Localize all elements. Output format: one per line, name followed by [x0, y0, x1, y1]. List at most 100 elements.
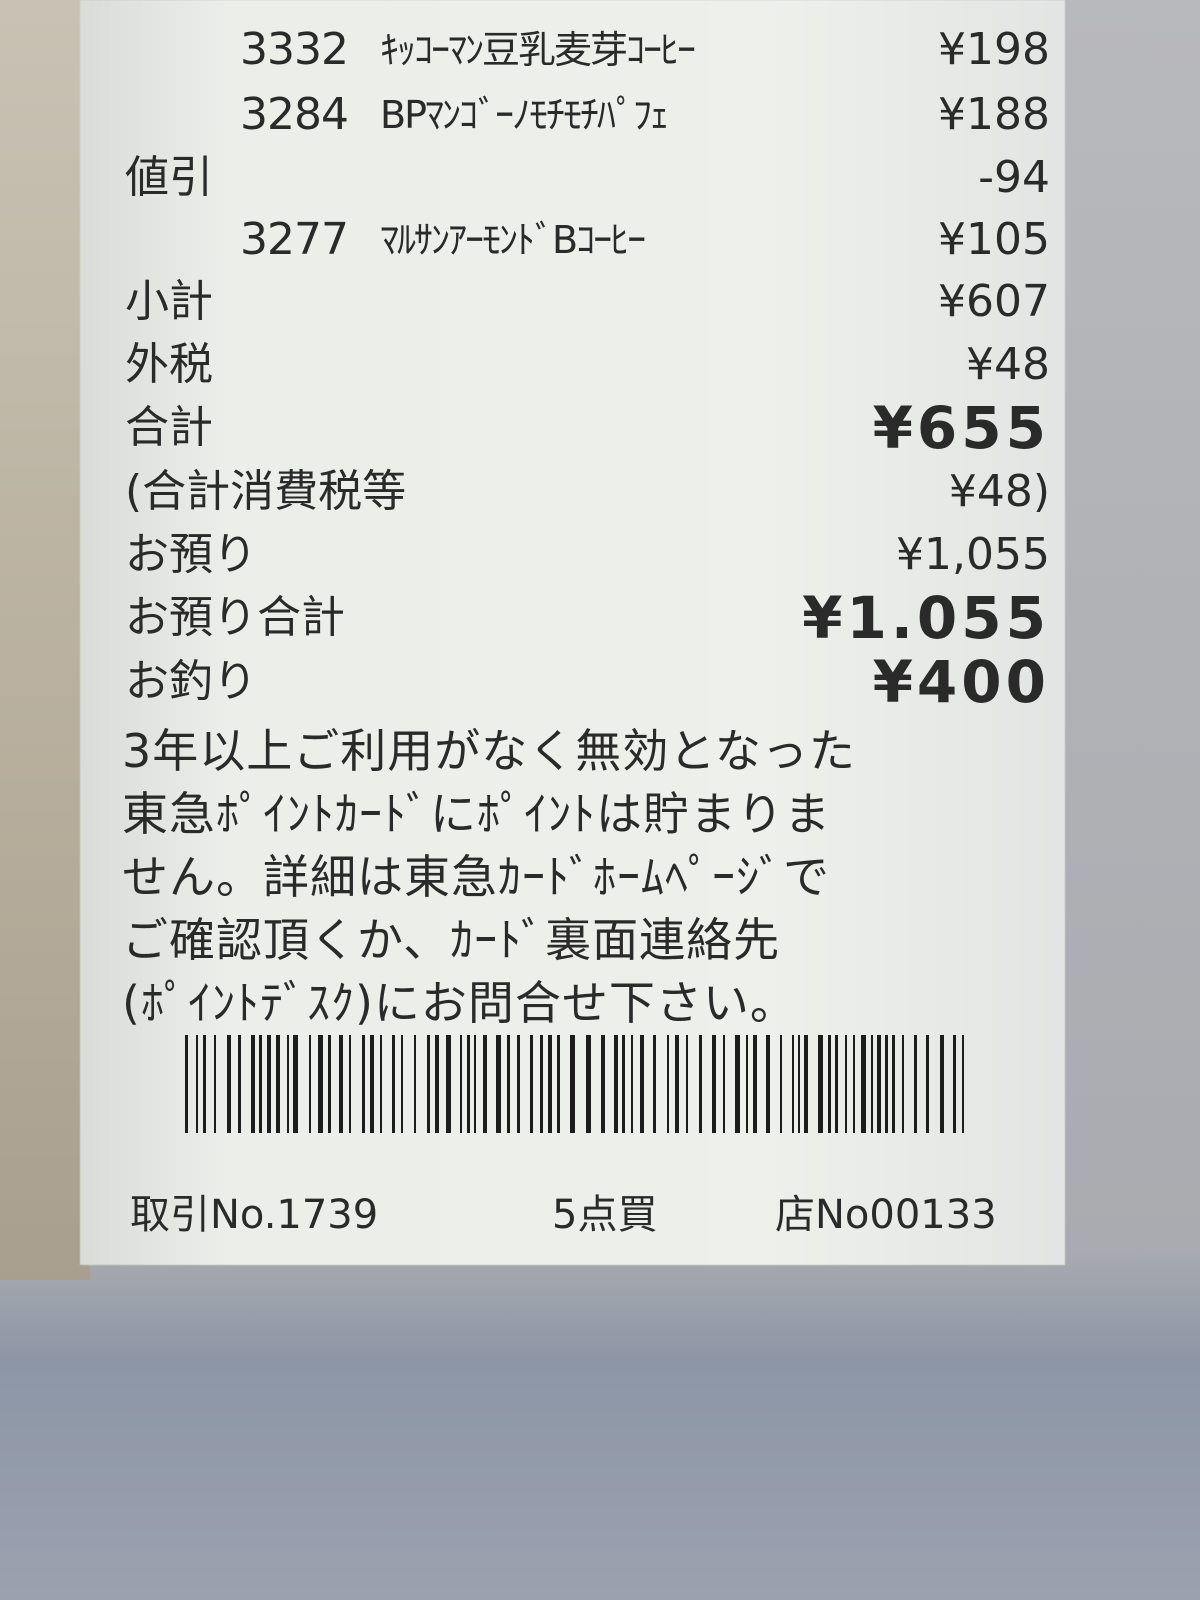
deposit-label: お預り [125, 529, 257, 580]
barcode-bar [548, 1035, 552, 1133]
barcode-bar [622, 1035, 625, 1133]
item-price: ¥188 [938, 89, 1050, 140]
barcode-bar [753, 1035, 757, 1133]
item-name: ﾏﾙｻﾝｱｰﾓﾝﾄﾞBｺｰﾋｰ [380, 218, 646, 262]
barcode-bar [653, 1035, 656, 1133]
barcode-bar [238, 1035, 241, 1133]
tax-label: 外税 [125, 339, 213, 390]
barcode-bar [414, 1035, 416, 1133]
barcode-bar [227, 1035, 231, 1133]
item-code: 3277 [240, 214, 349, 265]
barcode-bar [496, 1035, 501, 1133]
barcode-bar [798, 1035, 800, 1133]
barcode-bar [328, 1035, 331, 1133]
discount-amount: -94 [978, 152, 1050, 203]
barcode-bar [196, 1035, 198, 1133]
barcode-bar [746, 1035, 748, 1133]
item-code: 3284 [240, 89, 349, 140]
barcode-bar [885, 1035, 888, 1133]
notice-line: 3年以上ご利用がなく無効となった [122, 724, 856, 778]
barcode-bar [926, 1035, 929, 1133]
barcode-bar [507, 1035, 510, 1133]
item-name: ｷｯｺｰﾏﾝ豆乳麦芽ｺｰﾋｰ [380, 28, 696, 72]
barcode-bar [601, 1035, 605, 1133]
barcode-bar [871, 1035, 873, 1133]
barcode-bar [309, 1035, 311, 1133]
barcode-bar [474, 1035, 476, 1133]
barcode-bar [792, 1035, 794, 1133]
deposit-total-label: お預り合計 [125, 592, 345, 643]
tax-total-label: (合計消費税等 [125, 466, 407, 517]
barcode-bar [614, 1035, 618, 1133]
item-count: 5点買 [552, 1192, 658, 1238]
barcode [185, 1035, 975, 1133]
barcode-bar [530, 1035, 533, 1133]
barcode-bar [517, 1035, 520, 1133]
barcode-bar [667, 1035, 669, 1133]
barcode-bar [940, 1035, 944, 1133]
barcode-bar [446, 1035, 451, 1133]
barcode-bar [818, 1035, 823, 1133]
barcode-bar [435, 1035, 439, 1133]
subtotal-row: 小計 ¥607 [120, 272, 1050, 332]
barcode-bar [401, 1035, 403, 1133]
tax-row: 外税 ¥48 [120, 335, 1050, 395]
tax-total-amount: ¥48) [948, 466, 1050, 517]
barcode-bar [392, 1035, 395, 1133]
item-name: BPﾏﾝｺﾞｰﾉﾓﾁﾓﾁﾊﾟﾌｪ [380, 93, 669, 137]
notice-line: 東急ﾎﾟｲﾝﾄｶｰﾄﾞにﾎﾟｲﾝﾄは貯まりま [122, 787, 831, 841]
barcode-bar [845, 1035, 847, 1133]
change-row: お釣り ¥400 [120, 652, 1050, 712]
barcode-bar [953, 1035, 956, 1133]
store-number: 店No00133 [775, 1192, 997, 1238]
barcode-bar [540, 1035, 543, 1133]
deposit-amount: ¥1,055 [896, 529, 1050, 580]
tax-total-row: (合計消費税等 ¥48) [120, 462, 1050, 522]
barcode-bar [276, 1035, 280, 1133]
discount-row: 値引 -94 [120, 148, 1050, 208]
barcode-bar [780, 1035, 782, 1133]
barcode-bar [349, 1035, 351, 1133]
transaction-number: 取引No.1739 [130, 1192, 379, 1238]
barcode-bar [675, 1035, 679, 1133]
barcode-bar [804, 1035, 808, 1133]
total-row: 合計 ¥655 [120, 398, 1050, 458]
barcode-bar [586, 1035, 591, 1133]
item-price: ¥105 [938, 214, 1050, 265]
barcode-bar [570, 1035, 575, 1133]
barcode-bar [962, 1035, 964, 1133]
barcode-bar [735, 1035, 740, 1133]
barcode-bar [723, 1035, 725, 1133]
subtotal-amount: ¥607 [938, 276, 1050, 327]
barcode-bar [380, 1035, 382, 1133]
barcode-bar [251, 1035, 255, 1133]
barcode-bar [631, 1035, 633, 1133]
deposit-row: お預り ¥1,055 [120, 525, 1050, 585]
barcode-bar [293, 1035, 298, 1133]
barcode-bar [640, 1035, 644, 1133]
line-item: 3277 ﾏﾙｻﾝｱｰﾓﾝﾄﾞBｺｰﾋｰ ¥105 [120, 210, 1050, 270]
barcode-bar [185, 1035, 188, 1133]
notice-line: せん。詳細は東急ｶｰﾄﾞﾎｰﾑﾍﾟｰｼﾞで [122, 850, 830, 904]
barcode-bar [427, 1035, 430, 1133]
line-item: 3284 BPﾏﾝｺﾞｰﾉﾓﾁﾓﾁﾊﾟﾌｪ ¥188 [120, 85, 1050, 145]
item-code: 3332 [240, 24, 349, 75]
barcode-bar [362, 1035, 365, 1133]
subtotal-label: 小計 [125, 276, 213, 327]
item-price: ¥198 [938, 24, 1050, 75]
total-amount: ¥655 [872, 394, 1050, 462]
barcode-bar [259, 1035, 262, 1133]
deposit-total-amount: ¥1.055 [802, 584, 1050, 652]
barcode-bar [853, 1035, 855, 1133]
barcode-bar [467, 1035, 470, 1133]
barcode-bar [460, 1035, 462, 1133]
barcode-bar [686, 1035, 688, 1133]
barcode-bar [766, 1035, 770, 1133]
barcode-bar [203, 1035, 206, 1133]
barcode-bar [877, 1035, 881, 1133]
barcode-bar [892, 1035, 895, 1133]
barcode-bar [267, 1035, 271, 1133]
barcode-bar [318, 1035, 323, 1133]
deposit-total-row: お預り合計 ¥1.055 [120, 588, 1050, 648]
barcode-bar [557, 1035, 560, 1133]
